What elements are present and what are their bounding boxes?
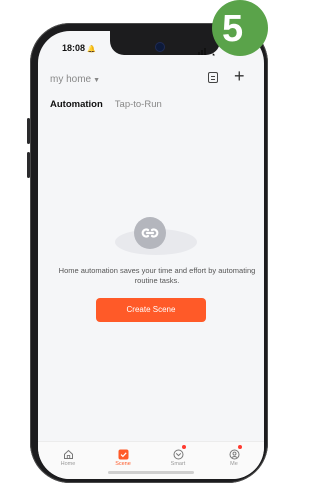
nav-label-me: Me bbox=[230, 461, 238, 467]
app-screen: 18:08 🔔 ◔ my home ▼ + Automation Tap-to-Ru… bbox=[38, 31, 264, 479]
camera-icon bbox=[156, 43, 164, 51]
home-selector[interactable]: my home ▼ bbox=[50, 74, 100, 85]
add-icon[interactable]: + bbox=[234, 67, 245, 85]
phone-side-button bbox=[27, 118, 30, 144]
notification-dot bbox=[181, 445, 186, 449]
nav-label-home: Home bbox=[60, 461, 76, 467]
status-icons: ◔ bbox=[198, 42, 215, 60]
nav-me[interactable]: Me bbox=[212, 445, 256, 467]
tab-automation[interactable]: Automation bbox=[50, 99, 103, 110]
phone-side-button bbox=[27, 152, 30, 178]
nav-scene[interactable]: Scene bbox=[101, 447, 145, 467]
link-icon bbox=[134, 217, 166, 249]
step-badge: 5 bbox=[212, 0, 268, 56]
home-indicator bbox=[108, 471, 194, 474]
wifi-icon: ◔ bbox=[210, 50, 216, 60]
house-icon bbox=[63, 447, 74, 459]
nav-label-scene: Scene bbox=[115, 461, 131, 467]
empty-state-message: Home automation saves your time and effo… bbox=[58, 266, 256, 285]
signal-icon bbox=[198, 42, 207, 60]
smart-icon bbox=[173, 445, 186, 460]
nav-home[interactable]: Home bbox=[46, 447, 90, 467]
create-scene-button[interactable]: Create Scene bbox=[96, 298, 206, 322]
scene-check-icon bbox=[118, 447, 129, 460]
status-time: 18:08 🔔 bbox=[62, 43, 96, 53]
notification-dot bbox=[237, 445, 242, 449]
nav-label-smart: Smart bbox=[170, 461, 186, 467]
bell-icon: 🔔 bbox=[87, 46, 96, 53]
chevron-down-icon: ▼ bbox=[93, 77, 101, 84]
log-icon[interactable] bbox=[208, 72, 218, 83]
profile-icon bbox=[229, 445, 242, 460]
tab-bar: Automation Tap-to-Run bbox=[50, 99, 162, 110]
nav-smart[interactable]: Smart bbox=[156, 445, 200, 467]
tab-tap-to-run[interactable]: Tap-to-Run bbox=[115, 99, 162, 110]
